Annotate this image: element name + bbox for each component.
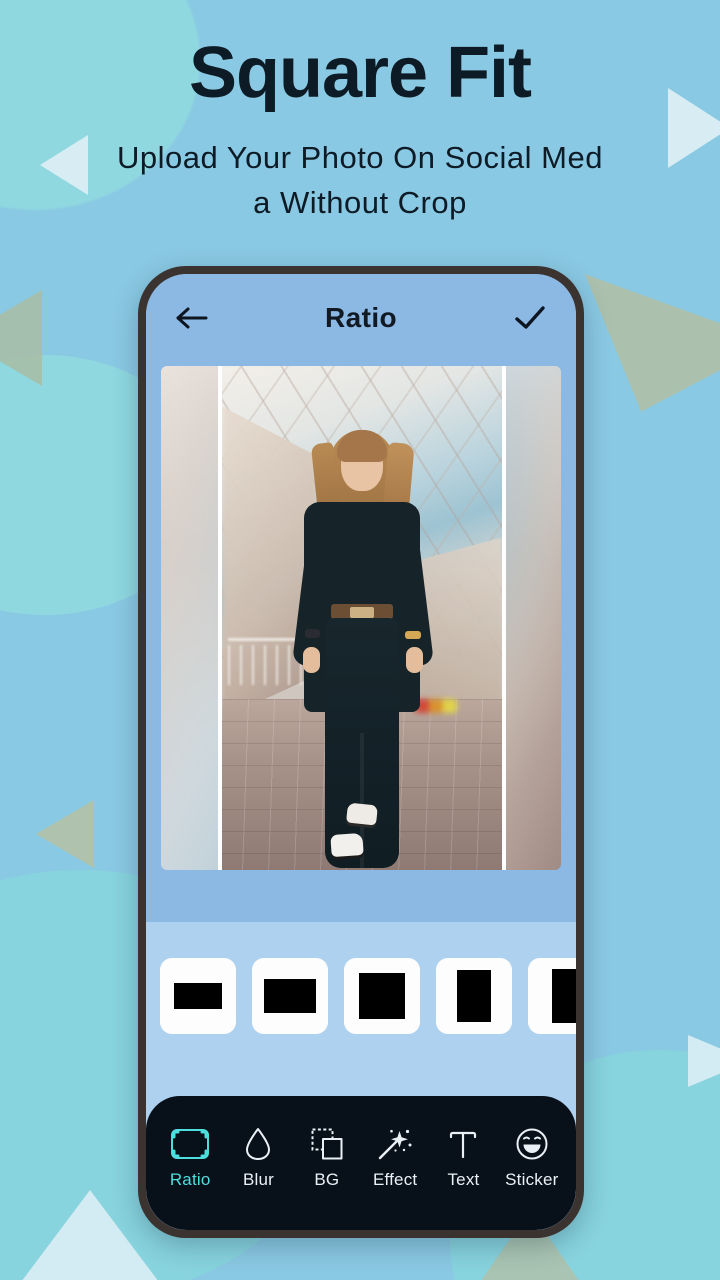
crop-frame-icon bbox=[170, 1127, 210, 1161]
ratio-preview-2 bbox=[359, 973, 405, 1019]
ratio-option-1[interactable] bbox=[252, 958, 328, 1034]
photo-canvas-inner bbox=[161, 366, 561, 870]
ratio-preview-4 bbox=[552, 969, 576, 1023]
phone-screen: Ratio Ratio Blur BG Effect Text Sticker bbox=[146, 274, 576, 1230]
photo-figure bbox=[287, 411, 437, 868]
ratio-option-2[interactable] bbox=[344, 958, 420, 1034]
figure-jeans bbox=[325, 617, 399, 868]
page-subtitle-line-1: Upload Your Photo On Social Med bbox=[117, 139, 603, 175]
toolbar-label-bg: BG bbox=[314, 1169, 340, 1189]
ratio-option-3[interactable] bbox=[436, 958, 512, 1034]
figure-bracelet bbox=[305, 629, 320, 639]
figure-shoe-left bbox=[330, 832, 364, 857]
toolbar-item-effect[interactable]: Effect bbox=[361, 1127, 429, 1190]
ratio-preview-1 bbox=[264, 979, 316, 1013]
smiley-icon bbox=[515, 1127, 549, 1161]
app-header-title: Ratio bbox=[325, 302, 397, 333]
photo-canvas[interactable] bbox=[146, 362, 576, 874]
ratio-option-0[interactable] bbox=[160, 958, 236, 1034]
toolbar-item-blur[interactable]: Blur bbox=[224, 1127, 292, 1190]
canvas-spacer bbox=[146, 874, 576, 922]
page-subtitle: Upload Your Photo On Social Med a Withou… bbox=[80, 136, 640, 226]
ratio-option-4[interactable] bbox=[528, 958, 576, 1034]
promo-header: Square Fit Upload Your Photo On Social M… bbox=[0, 0, 720, 225]
ratio-preview-3 bbox=[457, 970, 491, 1022]
figure-watch bbox=[405, 631, 421, 640]
check-icon bbox=[515, 306, 545, 329]
app-header: Ratio bbox=[146, 274, 576, 362]
toolbar-label-effect: Effect bbox=[372, 1169, 418, 1189]
ratio-option-list[interactable]: Ratio Blur BG Effect Text Sticker bbox=[146, 922, 576, 1230]
confirm-button[interactable] bbox=[508, 296, 552, 340]
page-title: Square Fit bbox=[188, 33, 532, 113]
ratio-preview-0 bbox=[174, 983, 222, 1009]
figure-belt-buckle bbox=[350, 607, 374, 619]
figure-hand-right bbox=[406, 647, 423, 674]
figure-hand-left bbox=[303, 647, 320, 674]
toolbar-item-sticker[interactable]: Sticker bbox=[498, 1127, 566, 1190]
text-t-icon bbox=[447, 1127, 479, 1161]
toolbar-label-blur: Blur bbox=[242, 1169, 275, 1189]
triangle-decor-3 bbox=[36, 800, 94, 868]
triangle-decor-7 bbox=[688, 1035, 720, 1087]
editor-toolbar: Ratio Blur BG Effect Text Sticker bbox=[146, 1096, 576, 1230]
phone-mockup: Ratio Ratio Blur BG Effect Text Sticker bbox=[138, 266, 584, 1238]
back-button[interactable] bbox=[170, 296, 214, 340]
magic-wand-icon bbox=[377, 1127, 413, 1161]
toolbar-item-bg[interactable]: BG bbox=[293, 1127, 361, 1190]
triangle-decor-2 bbox=[0, 290, 42, 386]
toolbar-item-text[interactable]: Text bbox=[429, 1127, 497, 1190]
photo-main-image bbox=[218, 366, 506, 870]
toolbar-label-sticker: Sticker bbox=[505, 1169, 559, 1189]
arrow-left-icon bbox=[176, 307, 208, 329]
toolbar-item-ratio[interactable]: Ratio bbox=[156, 1127, 224, 1190]
background-icon bbox=[310, 1127, 344, 1161]
figure-shoe-right bbox=[346, 802, 378, 826]
droplet-icon bbox=[244, 1127, 272, 1161]
page-subtitle-line-2: a Without Crop bbox=[253, 184, 467, 220]
toolbar-label-text: Text bbox=[447, 1169, 480, 1189]
toolbar-label-ratio: Ratio bbox=[169, 1169, 211, 1189]
